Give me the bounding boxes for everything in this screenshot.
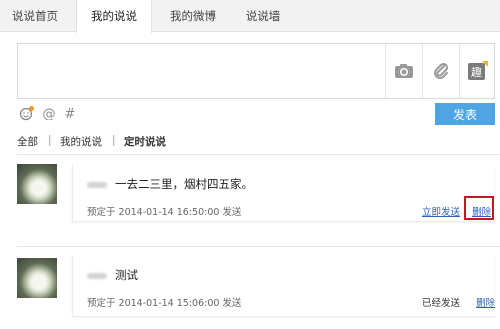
tab-shuoshuo-wall[interactable]: 说说墙 [232, 0, 294, 32]
schedule-time: 预定于 2014-01-14 15:06:00 发送 [87, 298, 242, 309]
list-item: 一去二三里，烟村四五家。 预定于 2014-01-14 16:50:00 发送 … [0, 164, 500, 244]
divider [17, 246, 500, 247]
avatar[interactable] [17, 258, 57, 298]
at-icon[interactable]: @ [42, 106, 56, 120]
tab-bar: 说说首页 我的说说 我的微博 说说墙 [0, 0, 500, 33]
divider [17, 154, 500, 155]
compose-input[interactable] [18, 44, 385, 98]
list-item: 测试 预定于 2014-01-14 15:06:00 发送 已经发送 删除 [0, 255, 500, 325]
post-actions: 已经发送 删除 [422, 295, 495, 309]
filter-my-shuoshuo[interactable]: 我的说说 [60, 134, 102, 149]
avatar[interactable] [17, 164, 57, 204]
post-content: 一去二三里，烟村四五家。 [115, 177, 253, 191]
svg-text:#: # [65, 107, 76, 120]
qu-button[interactable]: 趣 [459, 44, 496, 98]
sent-status: 已经发送 [422, 298, 461, 309]
post-button[interactable]: 发表 [435, 103, 495, 125]
tab-my-shuoshuo[interactable]: 我的说说 [76, 0, 152, 33]
tab-my-weibo[interactable]: 我的微博 [158, 0, 228, 32]
filter-scheduled[interactable]: 定时说说 [124, 134, 166, 149]
compose-toolbar: @ # 发表 [17, 103, 495, 125]
hash-icon[interactable]: # [63, 106, 77, 120]
delete-link[interactable]: 删除 [476, 298, 495, 309]
author-name[interactable] [87, 273, 107, 279]
author-name[interactable] [87, 182, 107, 188]
post-card: 测试 预定于 2014-01-14 15:06:00 发送 已经发送 删除 [72, 255, 495, 317]
filter-all[interactable]: 全部 [17, 134, 38, 149]
qu-badge-icon: 趣 [468, 61, 488, 80]
attach-button[interactable] [422, 44, 459, 98]
send-now-link[interactable]: 立即发送 [422, 207, 460, 218]
post-content: 测试 [115, 268, 138, 282]
filter-separator: | [112, 134, 116, 146]
tab-shuoshuo-home[interactable]: 说说首页 [4, 0, 66, 32]
paperclip-icon [434, 62, 449, 79]
camera-icon [395, 64, 413, 78]
emoji-icon[interactable] [19, 105, 35, 121]
schedule-time: 预定于 2014-01-14 16:50:00 发送 [87, 207, 242, 218]
post-card: 一去二三里，烟村四五家。 预定于 2014-01-14 16:50:00 发送 … [72, 164, 495, 222]
filter-separator: | [48, 134, 52, 146]
photo-button[interactable] [385, 44, 422, 98]
highlight-box [464, 196, 494, 220]
svg-text:趣: 趣 [471, 65, 482, 79]
compose-box: 趣 [17, 43, 495, 99]
svg-text:@: @ [43, 107, 56, 120]
